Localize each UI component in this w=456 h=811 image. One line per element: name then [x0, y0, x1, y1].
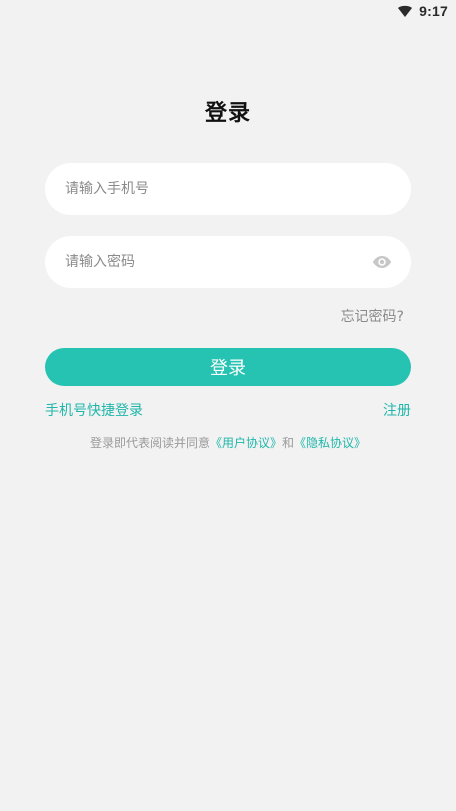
status-bar: 9:17 — [0, 0, 456, 24]
login-button[interactable]: 登录 — [45, 348, 411, 386]
register-link[interactable]: 注册 — [383, 400, 411, 420]
privacy-agreement-link[interactable]: 《隐私协议》 — [294, 436, 366, 450]
page-title: 登录 — [204, 101, 251, 126]
agreement-text: 登录即代表阅读并同意《用户协议》和《隐私协议》 — [0, 434, 456, 451]
status-time: 9:17 — [419, 3, 448, 19]
status-right: 9:17 — [397, 3, 448, 19]
wifi-icon — [397, 3, 413, 19]
agreement-prefix: 登录即代表阅读并同意 — [89, 436, 210, 450]
phone-field — [45, 163, 411, 215]
user-agreement-link[interactable]: 《用户协议》 — [210, 436, 282, 450]
password-input[interactable] — [63, 253, 361, 271]
auth-links: 手机号快捷登录 注册 — [45, 400, 411, 420]
agreement-conjunction: 和 — [282, 436, 295, 450]
password-field — [45, 236, 411, 288]
forgot-password-link[interactable]: 忘记密码? — [341, 306, 404, 326]
eye-icon[interactable] — [371, 251, 393, 273]
phone-input[interactable] — [63, 180, 393, 198]
sms-login-link[interactable]: 手机号快捷登录 — [45, 400, 143, 420]
